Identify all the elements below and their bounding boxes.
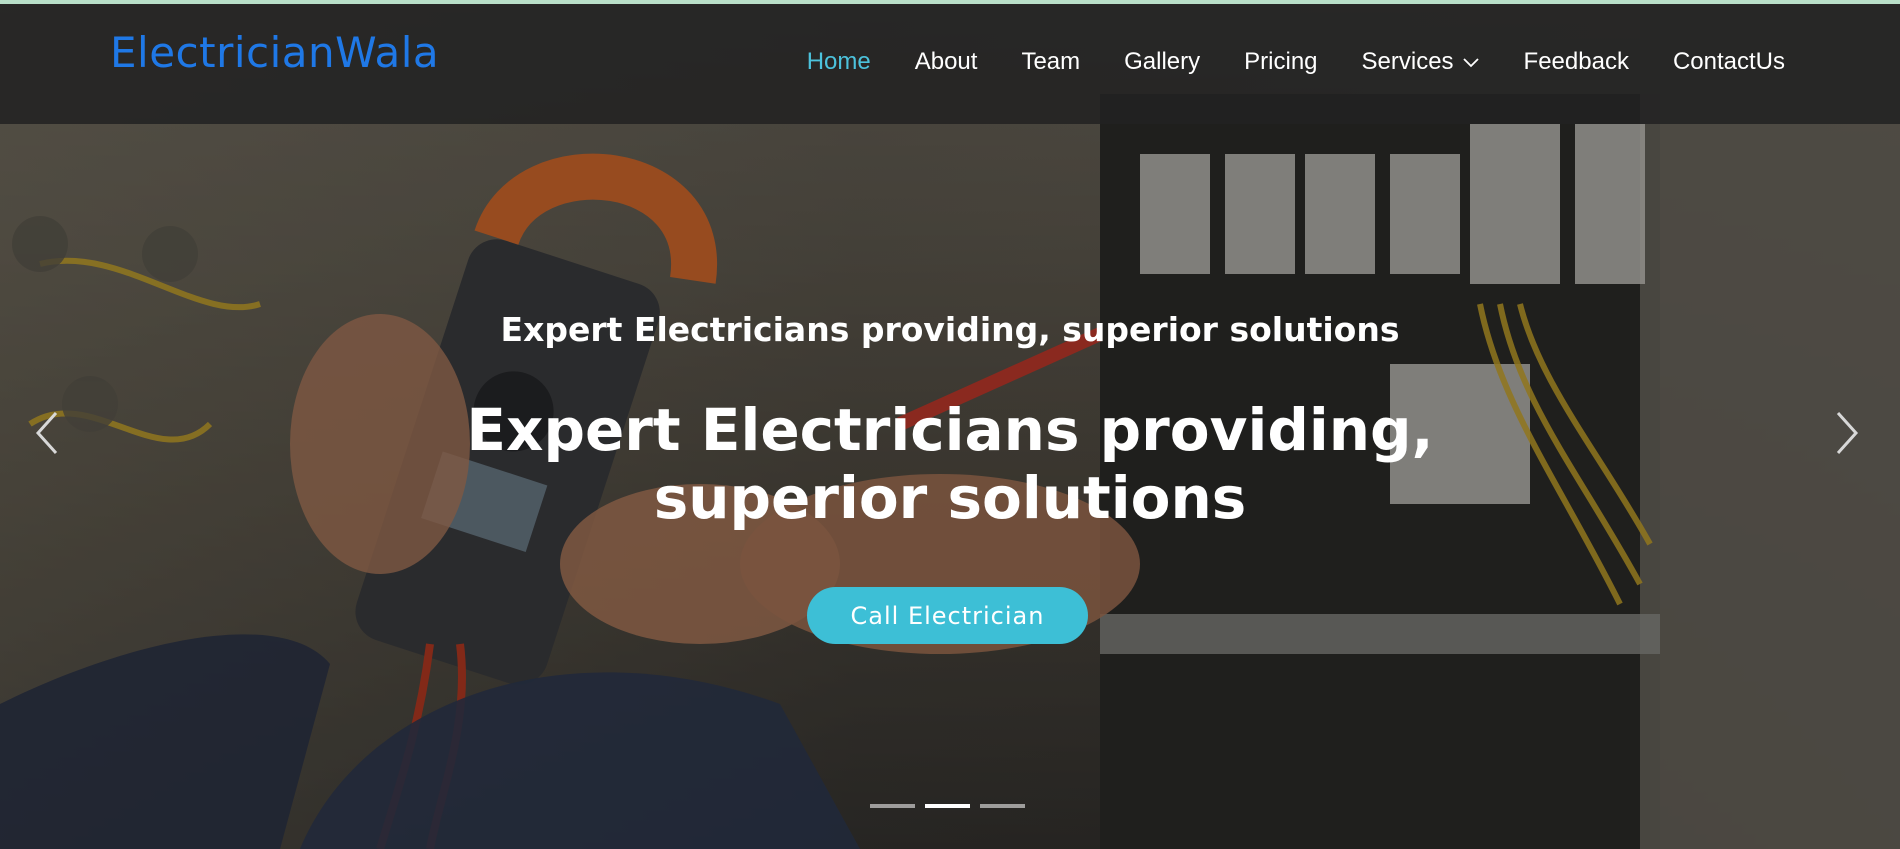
- nav-item-pricing[interactable]: Pricing: [1244, 48, 1317, 76]
- hero-title-line-2: superior solutions: [653, 464, 1247, 532]
- nav-item-services[interactable]: Services: [1362, 48, 1480, 76]
- carousel-prev-button[interactable]: [28, 408, 68, 458]
- nav-item-home[interactable]: Home: [807, 48, 871, 76]
- navbar: ElectricianWala Home About Team Gallery …: [0, 4, 1900, 124]
- hero-subtitle: Expert Electricians providing, superior …: [500, 310, 1400, 349]
- carousel-indicator-1[interactable]: [870, 804, 915, 808]
- nav-item-team[interactable]: Team: [1021, 48, 1080, 76]
- call-electrician-button[interactable]: Call Electrician: [807, 587, 1088, 644]
- hero-carousel: ElectricianWala Home About Team Gallery …: [0, 4, 1900, 849]
- carousel-indicator-2[interactable]: [925, 804, 970, 808]
- chevron-right-icon: [1836, 411, 1859, 455]
- nav-item-services-label: Services: [1361, 48, 1454, 75]
- carousel-indicators: [870, 804, 1025, 808]
- brand-logo[interactable]: ElectricianWala: [110, 28, 439, 77]
- chevron-down-icon: [1462, 58, 1479, 68]
- hero-title: Expert Electricians providing, superior …: [0, 396, 1900, 532]
- nav-item-gallery[interactable]: Gallery: [1124, 48, 1200, 76]
- carousel-next-button[interactable]: [1826, 408, 1866, 458]
- hero-title-line-1: Expert Electricians providing,: [466, 396, 1434, 464]
- nav-menu: Home About Team Gallery Pricing Services…: [807, 48, 1785, 76]
- chevron-left-icon: [35, 411, 58, 455]
- nav-item-contactus[interactable]: ContactUs: [1673, 48, 1785, 76]
- nav-item-feedback[interactable]: Feedback: [1524, 48, 1629, 76]
- carousel-indicator-3[interactable]: [980, 804, 1025, 808]
- nav-item-about[interactable]: About: [915, 48, 978, 76]
